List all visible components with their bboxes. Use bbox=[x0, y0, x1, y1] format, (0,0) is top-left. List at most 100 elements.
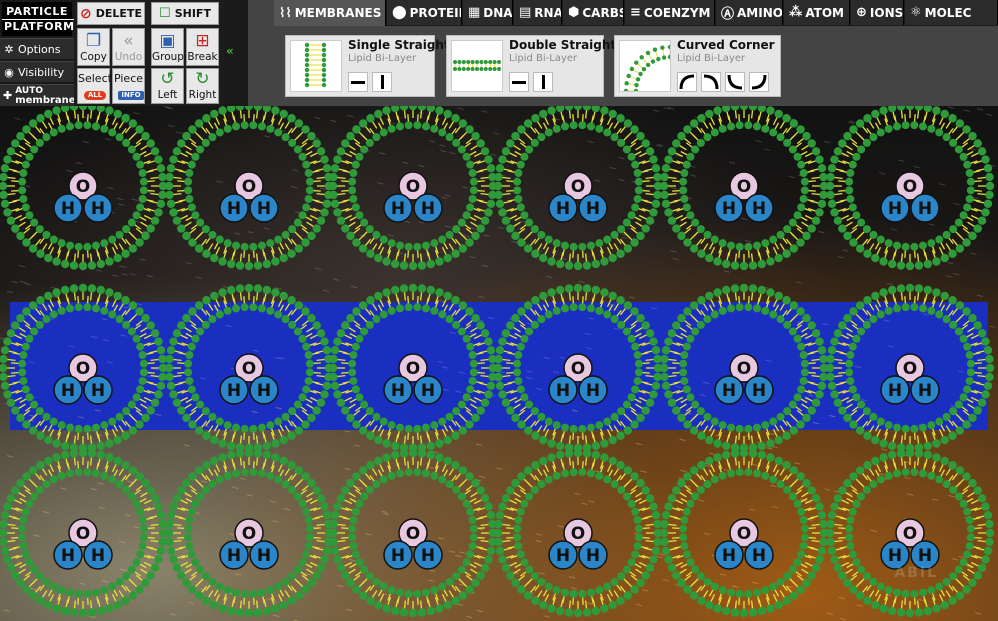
lipid-vesicle[interactable]: OH H bbox=[825, 283, 995, 453]
app-logo: PARTICLE PLATFORM bbox=[2, 2, 77, 36]
tab-amino[interactable]: Ⓐ AMINO bbox=[716, 0, 783, 25]
lipid-vesicle[interactable]: OH H bbox=[659, 283, 829, 453]
vertical-orientation-button[interactable] bbox=[533, 72, 553, 92]
water-molecule[interactable]: OH H bbox=[383, 171, 443, 223]
lipid-vesicle[interactable]: OH H bbox=[659, 106, 829, 271]
auto-membrane-button[interactable]: ✚ AUTO membrane bbox=[0, 84, 76, 106]
horizontal-orientation-button[interactable] bbox=[348, 72, 368, 92]
lipid-vesicle[interactable]: OH H bbox=[328, 106, 498, 271]
hydrogen-label: H bbox=[722, 381, 736, 401]
corner-top-right-button[interactable] bbox=[701, 72, 721, 92]
lipid-vesicle[interactable]: OH H bbox=[825, 448, 995, 618]
water-molecule[interactable]: OH H bbox=[548, 171, 608, 223]
card-double-straight[interactable]: Double Straight Lipid Bi-Layer bbox=[446, 35, 616, 97]
undo-button[interactable]: « Undo bbox=[112, 28, 145, 66]
water-molecule[interactable]: OH H bbox=[383, 518, 443, 570]
break-button[interactable]: ⊞ Break bbox=[186, 28, 219, 66]
tab-ions[interactable]: ⊕ IONS bbox=[851, 0, 904, 25]
lipid-vesicle[interactable]: OH H bbox=[0, 106, 168, 271]
lipid-vesicle[interactable]: OH H bbox=[328, 448, 498, 618]
lipid-vesicle[interactable]: OH H bbox=[328, 283, 498, 453]
tab-carbs[interactable]: ⬢ CARBS bbox=[563, 0, 624, 25]
tab-molecules[interactable]: ⚛ MOLEC bbox=[905, 0, 998, 25]
right-label: Right bbox=[188, 89, 217, 101]
card-single-straight[interactable]: Single Straight Lipid Bi-Layer bbox=[285, 35, 450, 97]
water-molecule[interactable]: OH H bbox=[53, 171, 113, 223]
water-molecule[interactable]: OH H bbox=[383, 353, 443, 405]
select-all-button[interactable]: Select ALL bbox=[77, 68, 112, 104]
lipid-vesicle[interactable]: OH H bbox=[659, 448, 829, 618]
lipid-vesicle[interactable]: OH H bbox=[493, 106, 663, 271]
water-molecule[interactable]: OH H bbox=[714, 353, 774, 405]
water-molecule[interactable]: OH H bbox=[880, 518, 940, 570]
card-curved-corner[interactable]: Curved Corner Lipid Bi-Layer bbox=[614, 35, 781, 97]
atom-icon: ⁂ bbox=[789, 5, 803, 20]
lipid-vesicle[interactable]: OH H bbox=[0, 283, 168, 453]
oxygen-label: O bbox=[406, 524, 420, 544]
water-molecule[interactable]: OH H bbox=[53, 353, 113, 405]
hydrogen-label: H bbox=[918, 199, 932, 219]
hydrogen-label: H bbox=[227, 546, 241, 566]
break-label: Break bbox=[187, 51, 218, 63]
lipid-vesicle[interactable]: OH H bbox=[0, 448, 168, 618]
corner-top-left-button[interactable] bbox=[677, 72, 697, 92]
auto-membrane-label: AUTO membrane bbox=[15, 86, 75, 105]
tab-rna[interactable]: ▤ RNA bbox=[514, 0, 562, 25]
water-molecule[interactable]: OH H bbox=[219, 518, 279, 570]
copy-button[interactable]: ❐ Copy bbox=[77, 28, 110, 66]
visibility-label: Visibility bbox=[18, 65, 65, 79]
corner-bottom-right-button[interactable] bbox=[749, 72, 769, 92]
options-button[interactable]: ✲ Options bbox=[0, 38, 74, 59]
info-badge: INFO bbox=[118, 91, 144, 100]
tab-coenzyme[interactable]: ≡ COENZYM bbox=[625, 0, 715, 25]
coenzyme-icon: ≡ bbox=[630, 5, 641, 20]
copy-icon: ❐ bbox=[85, 31, 102, 51]
auto-icon: ✚ bbox=[3, 89, 13, 102]
tab-membranes[interactable]: ⌇⌇ MEMBRANES bbox=[274, 0, 386, 26]
simulation-canvas[interactable]: OHHOHHOHHOHHOHHOHHOHHOHHOHHOHHOHHOHHOHHO… bbox=[0, 106, 998, 621]
lipid-vesicle[interactable]: OH H bbox=[825, 106, 995, 271]
water-molecule[interactable]: OH H bbox=[53, 518, 113, 570]
water-molecule[interactable]: OH H bbox=[548, 353, 608, 405]
rotate-left-button[interactable]: ↺ Left bbox=[151, 68, 184, 104]
oxygen-label: O bbox=[737, 359, 751, 379]
visibility-button[interactable]: ◉ Visibility bbox=[0, 61, 74, 82]
vertical-orientation-button[interactable] bbox=[372, 72, 392, 92]
water-molecule[interactable]: OH H bbox=[880, 171, 940, 223]
tab-label: ATOM bbox=[805, 5, 844, 20]
water-molecule[interactable]: OH H bbox=[880, 353, 940, 405]
shift-label: SHIFT bbox=[174, 7, 211, 20]
tab-label: MEMBRANES bbox=[294, 6, 382, 20]
undo-label: Undo bbox=[114, 51, 143, 63]
dna-icon: ▦ bbox=[468, 5, 481, 20]
shift-button[interactable]: ☐ SHIFT bbox=[151, 2, 219, 25]
hydrogen-label: H bbox=[391, 199, 405, 219]
left-panel: PARTICLE PLATFORM ✲ Options ◉ Visibility… bbox=[0, 0, 77, 106]
tab-dna[interactable]: ▦ DNA bbox=[463, 0, 513, 25]
lipid-vesicle[interactable]: OH H bbox=[493, 283, 663, 453]
hydrogen-label: H bbox=[752, 199, 766, 219]
delete-button[interactable]: ⊘ DELETE bbox=[77, 2, 145, 25]
tab-label: IONS bbox=[869, 5, 904, 20]
water-molecule[interactable]: OH H bbox=[219, 171, 279, 223]
tab-atom[interactable]: ⁂ ATOM bbox=[784, 0, 850, 25]
group-button[interactable]: ▣ Group bbox=[151, 28, 184, 66]
water-molecule[interactable]: OH H bbox=[714, 171, 774, 223]
oxygen-label: O bbox=[406, 359, 420, 379]
collapse-chevron-icon[interactable]: « bbox=[226, 44, 234, 58]
piece-info-button[interactable]: Piece INFO bbox=[112, 68, 145, 104]
lipid-vesicle[interactable]: OH H bbox=[164, 106, 334, 271]
corner-bottom-left-button[interactable] bbox=[725, 72, 745, 92]
water-molecule[interactable]: OH H bbox=[714, 518, 774, 570]
lipid-vesicle[interactable]: OH H bbox=[164, 448, 334, 618]
hydrogen-label: H bbox=[888, 546, 902, 566]
tab-protein[interactable]: ⬤ PROTEIN bbox=[387, 0, 462, 25]
horizontal-orientation-button[interactable] bbox=[509, 72, 529, 92]
left-label: Left bbox=[157, 89, 178, 101]
lipid-vesicle[interactable]: OH H bbox=[164, 283, 334, 453]
lipid-vesicle[interactable]: OH H bbox=[493, 448, 663, 618]
single-straight-thumbnail bbox=[290, 40, 342, 92]
water-molecule[interactable]: OH H bbox=[219, 353, 279, 405]
water-molecule[interactable]: OH H bbox=[548, 518, 608, 570]
rotate-right-button[interactable]: ↻ Right bbox=[186, 68, 219, 104]
